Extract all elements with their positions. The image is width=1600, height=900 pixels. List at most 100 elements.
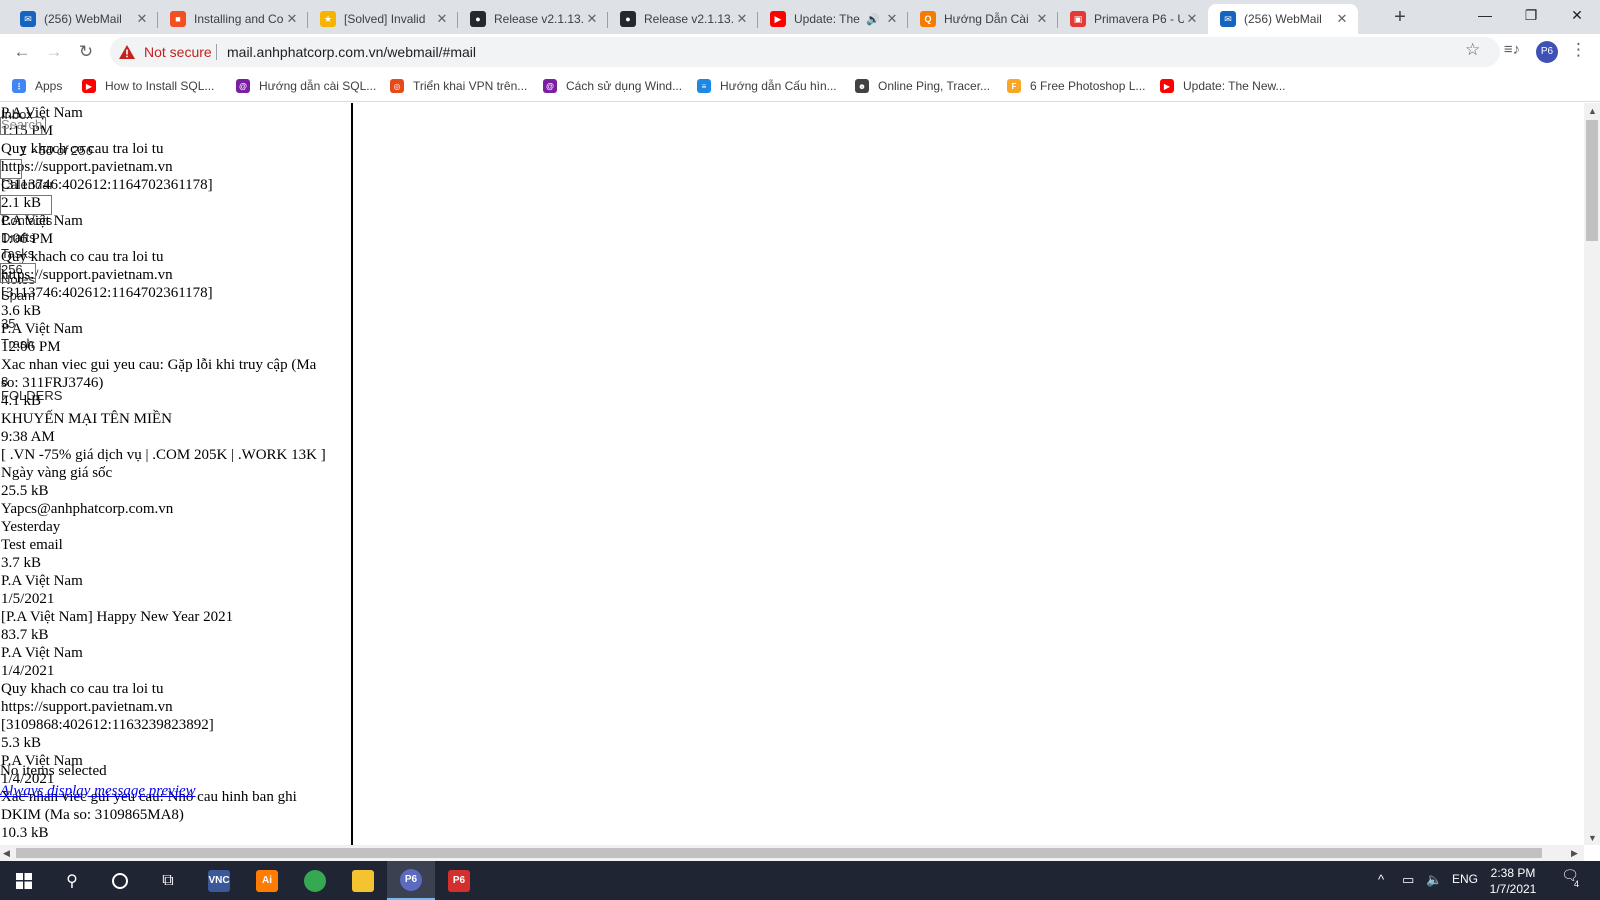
mail-list-line[interactable]: 1/4/2021 [1,662,54,680]
sidebar-item-trash[interactable]: Trash [1,335,34,353]
taskbar-illustrator[interactable]: Ai [243,861,291,900]
bookmark-9[interactable]: ▶ Update: The New... [1160,77,1286,95]
preview-toggle-link[interactable]: Always display message preview [0,783,196,800]
vertical-scrollbar[interactable]: ▲ ▼ [1584,103,1600,845]
mail-list-line[interactable]: 5.3 kB [1,734,41,752]
tab-close-icon[interactable]: ✕ [284,11,300,27]
sidebar-item-inbox[interactable]: Inbox [1,106,33,124]
mail-list-line[interactable]: 9:38 AM [1,428,55,446]
tab-favicon-icon: ✉ [20,11,36,27]
bookmark-6[interactable]: ≡ Hướng dẫn Cấu hìn... [697,77,837,95]
tab-audio-icon[interactable]: 🔊 [866,13,880,26]
tab-close-icon[interactable]: ✕ [884,11,900,27]
mail-list-line[interactable]: [P.A Việt Nam] Happy New Year 2021 [1,608,233,626]
tab-8[interactable]: ▣ Primavera P6 - U ✕ [1058,4,1208,34]
task-view-icon: ⧉ [162,871,174,889]
tab-close-icon[interactable]: ✕ [1334,11,1350,27]
horizontal-scrollbar[interactable]: ◀ ▶ [0,845,1584,861]
tab-close-icon[interactable]: ✕ [1034,11,1050,27]
tab-close-icon[interactable]: ✕ [434,11,450,27]
security-label[interactable]: Not secure [144,44,212,60]
tab-5[interactable]: ● Release v2.1.13. ✕ [608,4,758,34]
bookmark-8[interactable]: F 6 Free Photoshop L... [1007,77,1145,95]
close-window-button[interactable]: ✕ [1554,0,1600,32]
sidebar-button-outline[interactable] [0,195,52,215]
mail-list-line[interactable]: 3.7 kB [1,554,41,572]
tab-close-icon[interactable]: ✕ [584,11,600,27]
maximize-button[interactable]: ❐ [1508,0,1554,32]
tab-3[interactable]: ★ [Solved] Invalid ✕ [308,4,458,34]
bookmark-2[interactable]: ▶ How to Install SQL... [82,77,214,95]
tab-close-icon[interactable]: ✕ [134,11,150,27]
system-clock[interactable]: 2:38 PM 1/7/2021 [1478,865,1548,897]
network-icon[interactable]: ▭ [1402,872,1414,888]
scroll-left-icon[interactable]: ◀ [3,848,10,859]
search-button[interactable]: ⚲ [48,861,96,900]
mail-list-line[interactable]: Quy khach co cau tra loi tu [1,680,163,698]
clock-date: 1/7/2021 [1489,882,1537,896]
language-indicator[interactable]: ENG [1452,872,1478,886]
webmail-page: P.A Việt Nam 1:15 PM Quy khach co cau tra … [0,103,1584,845]
bookmark-3[interactable]: @ Hướng dẫn cài SQL... [236,77,376,95]
cortana-button[interactable] [96,861,144,900]
tab-2[interactable]: ■ Installing and Co ✕ [158,4,308,34]
tray-chevron-icon[interactable]: ^ [1378,872,1384,887]
scroll-right-icon[interactable]: ▶ [1571,848,1578,859]
profile-avatar[interactable]: P6 [1536,41,1558,63]
taskbar-chrome[interactable] [291,861,339,900]
mail-list-line[interactable]: [ .VN -75% giá dịch vụ | .COM 205K | .WO… [1,446,326,464]
volume-icon[interactable]: 🔈 [1426,872,1442,888]
media-control-icon[interactable]: ≡♪ [1500,41,1524,63]
tab-title: Release v2.1.13. [494,12,584,26]
mail-list-line[interactable]: Yapcs@anhphatcorp.com.vn [1,500,173,518]
tab-7[interactable]: Q Hướng Dẫn Cài ✕ [908,4,1058,34]
scroll-up-icon[interactable]: ▲ [1588,106,1597,116]
mail-list-line[interactable]: P.A Việt Nam [1,644,83,662]
scroll-down-icon[interactable]: ▼ [1588,833,1597,843]
mail-list-line[interactable]: https://support.pavietnam.vn [1,158,173,176]
tab-4[interactable]: ● Release v2.1.13. ✕ [458,4,608,34]
mail-list-line[interactable]: Xac nhan viec gui yeu cau: Gặp lỗi khi t… [1,356,316,374]
minimize-button[interactable]: — [1462,0,1508,32]
back-button[interactable]: ← [8,38,36,66]
bookmark-4[interactable]: ◎ Triển khai VPN trên... [390,77,527,95]
bookmark-star-icon[interactable]: ☆ [1465,40,1480,60]
browser-menu-icon[interactable]: ⋮ [1570,40,1587,60]
mail-list-line[interactable]: Test email [1,536,63,554]
mail-list-line[interactable]: P.A Việt Nam [1,572,83,590]
mail-list-line[interactable]: https://support.pavietnam.vn [1,698,173,716]
address-bar[interactable]: Not secure mail.anhphatcorp.com.vn/webma… [110,37,1500,67]
taskbar-p6[interactable]: P6 [435,861,483,900]
new-tab-button[interactable]: + [1388,5,1412,29]
url-text[interactable]: mail.anhphatcorp.com.vn/webmail/#mail [227,44,476,60]
tab-1[interactable]: ✉ (256) WebMail ✕ [8,4,158,34]
taskbar-vnc[interactable]: VNC [195,861,243,900]
mail-list-line[interactable]: 25.5 kB [1,482,49,500]
mail-list-line[interactable]: 10.3 kB [1,824,49,842]
tab-close-icon[interactable]: ✕ [734,11,750,27]
notification-center-button[interactable]: 🗨 4 [1555,867,1585,893]
mail-list-line[interactable]: Ngày vàng giá sốc [1,464,112,482]
sidebar-button-outline[interactable] [0,159,22,179]
mail-list-line[interactable]: KHUYẾN MẠI TÊN MIỀN [1,410,172,428]
taskbar-chrome-profile[interactable]: P6 [387,861,435,900]
forward-button[interactable]: → [40,38,68,66]
start-button[interactable] [0,861,48,900]
mail-list-line[interactable]: [3109868:402612:1163239823892] [1,716,214,734]
mail-list-line[interactable]: DKIM (Ma so: 3109865MA8) [1,806,184,824]
mail-list-line[interactable]: 1/5/2021 [1,590,54,608]
task-view-button[interactable]: ⧉ [144,861,192,900]
bookmark-5[interactable]: @ Cách sử dụng Wind... [543,77,682,95]
sidebar-item-spam[interactable]: Spam [1,287,35,305]
tab-9[interactable]: ✉ (256) WebMail ✕ [1208,4,1358,34]
mail-list-line[interactable]: Yesterday [1,518,60,536]
reload-button[interactable]: ↻ [72,38,100,66]
bookmark-7[interactable]: ☻ Online Ping, Tracer... [855,77,990,95]
bookmark-1[interactable]: ⋮ Apps [12,77,62,95]
mail-list-line[interactable]: 83.7 kB [1,626,49,644]
horizontal-scroll-thumb[interactable] [16,848,1542,858]
vertical-scroll-thumb[interactable] [1586,120,1598,241]
tab-6[interactable]: ▶ Update: The 🔊 ✕ [758,4,908,34]
taskbar-explorer[interactable] [339,861,387,900]
tab-close-icon[interactable]: ✕ [1184,11,1200,27]
